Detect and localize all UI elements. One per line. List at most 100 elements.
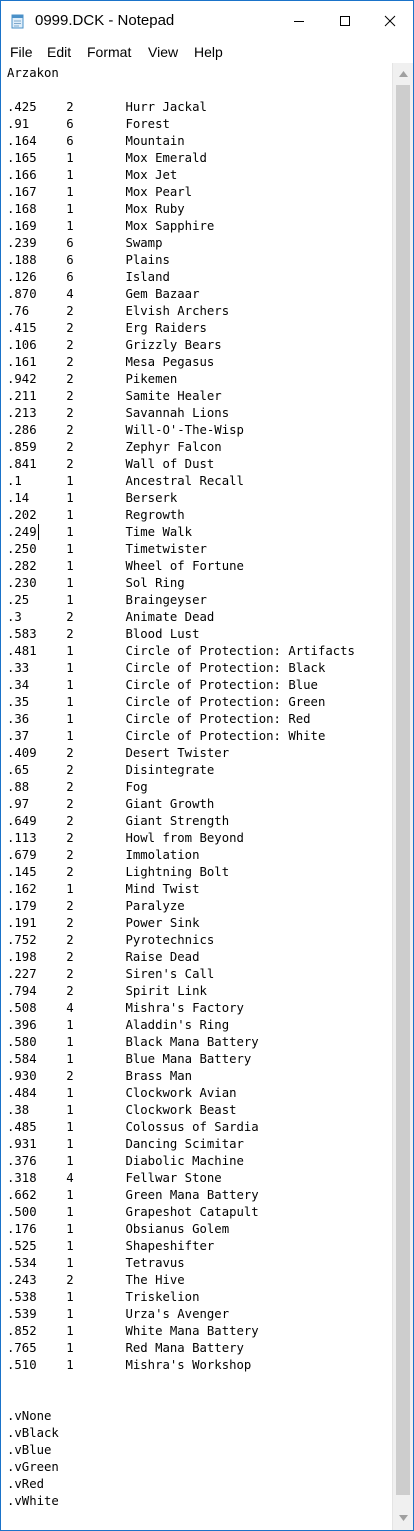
text-line: .166 1 Mox Jet — [7, 168, 178, 182]
minimize-icon — [294, 21, 304, 22]
menu-help[interactable]: Help — [194, 44, 223, 60]
text-line: .179 2 Paralyze — [7, 899, 185, 913]
text-line: .25 1 Braingeyser — [7, 593, 207, 607]
notepad-window: 0999.DCK - Notepad File Edit Format View… — [0, 0, 414, 1531]
text-line: .191 2 Power Sink — [7, 916, 200, 930]
text-line: .202 1 Regrowth — [7, 508, 185, 522]
text-line: .538 1 Triskelion — [7, 1290, 200, 1304]
text-line: .794 2 Spirit Link — [7, 984, 207, 998]
text-line: .243 2 The Hive — [7, 1273, 185, 1287]
menu-view[interactable]: View — [148, 44, 178, 60]
text-line: .88 2 Fog — [7, 780, 148, 794]
text-line: .415 2 Erg Raiders — [7, 321, 207, 335]
text-line: .583 2 Blood Lust — [7, 627, 200, 641]
text-line: .113 2 Howl from Beyond — [7, 831, 244, 845]
text-line: .38 1 Clockwork Beast — [7, 1103, 237, 1117]
text-line: .481 1 Circle of Protection: Artifacts — [7, 644, 355, 658]
text-line: .vNone — [7, 1409, 52, 1423]
text-line: .534 1 Tetravus — [7, 1256, 185, 1270]
menu-bar: File Edit Format View Help — [1, 41, 413, 63]
text-line: .198 2 Raise Dead — [7, 950, 200, 964]
minimize-button[interactable] — [276, 1, 322, 41]
text-line: .34 1 Circle of Protection: Blue — [7, 678, 318, 692]
text-line: .679 2 Immolation — [7, 848, 200, 862]
text-line: .vRed — [7, 1477, 45, 1491]
text-editor[interactable]: Arzakon .425 2 Hurr Jackal .91 6 Forest .16… — [1, 63, 392, 1530]
text-line: .396 1 Aladdin's Ring — [7, 1018, 230, 1032]
text-line: .852 1 White Mana Battery — [7, 1324, 259, 1338]
scroll-thumb[interactable] — [396, 85, 410, 1495]
text-line: .91 6 Forest — [7, 117, 170, 131]
maximize-button[interactable] — [322, 1, 368, 41]
text-line: .230 1 Sol Ring — [7, 576, 185, 590]
text-line: .870 4 Gem Bazaar — [7, 287, 200, 301]
text-line: .859 2 Zephyr Falcon — [7, 440, 222, 454]
text-line: .584 1 Blue Mana Battery — [7, 1052, 252, 1066]
title-bar[interactable]: 0999.DCK - Notepad — [1, 1, 413, 41]
menu-edit[interactable]: Edit — [47, 44, 71, 60]
text-line: .211 2 Samite Healer — [7, 389, 222, 403]
text-line: .765 1 Red Mana Battery — [7, 1341, 244, 1355]
text-line: .539 1 Urza's Avenger — [7, 1307, 230, 1321]
menu-file[interactable]: File — [10, 44, 33, 60]
text-line: .97 2 Giant Growth — [7, 797, 215, 811]
text-line: .213 2 Savannah Lions — [7, 406, 230, 420]
text-line: .282 1 Wheel of Fortune — [7, 559, 244, 573]
text-line: .510 1 Mishra's Workshop — [7, 1358, 252, 1372]
text-line: .930 2 Brass Man — [7, 1069, 193, 1083]
text-line: .36 1 Circle of Protection: Red — [7, 712, 311, 726]
text-line: .vBlue — [7, 1443, 52, 1457]
text-line: .vWhite — [7, 1494, 59, 1508]
text-line: .318 4 Fellwar Stone — [7, 1171, 222, 1185]
vertical-scrollbar[interactable] — [392, 63, 413, 1530]
text-line: .vGreen — [7, 1460, 59, 1474]
chevron-down-icon — [398, 1514, 408, 1521]
text-line: .500 1 Grapeshot Catapult — [7, 1205, 259, 1219]
text-line: .752 2 Pyrotechnics — [7, 933, 215, 947]
text-line: .942 2 Pikemen — [7, 372, 178, 386]
text-line: .176 1 Obsianus Golem — [7, 1222, 230, 1236]
text-line: .169 1 Mox Sapphire — [7, 219, 215, 233]
text-line: .145 2 Lightning Bolt — [7, 865, 230, 879]
text-line: .508 4 Mishra's Factory — [7, 1001, 244, 1015]
text-line: .250 1 Timetwister — [7, 542, 207, 556]
chevron-up-icon — [398, 70, 408, 77]
text-line: .188 6 Plains — [7, 253, 170, 267]
text-line: .35 1 Circle of Protection: Green — [7, 695, 326, 709]
text-line: .162 1 Mind Twist — [7, 882, 200, 896]
text-line: .286 2 Will-O'-The-Wisp — [7, 423, 244, 437]
text-line: .vBlack — [7, 1426, 59, 1440]
close-button[interactable] — [367, 1, 413, 41]
text-line: .161 2 Mesa Pegasus — [7, 355, 215, 369]
text-line: .580 1 Black Mana Battery — [7, 1035, 259, 1049]
maximize-icon — [340, 16, 350, 26]
text-line: .662 1 Green Mana Battery — [7, 1188, 259, 1202]
text-line: .484 1 Clockwork Avian — [7, 1086, 237, 1100]
text-line: .76 2 Elvish Archers — [7, 304, 230, 318]
text-line: .376 1 Diabolic Machine — [7, 1154, 244, 1168]
text-line: .1 1 Ancestral Recall — [7, 474, 244, 488]
text-line: .649 2 Giant Strength — [7, 814, 230, 828]
text-line: .106 2 Grizzly Bears — [7, 338, 222, 352]
text-line: .14 1 Berserk — [7, 491, 178, 505]
text-line: .425 2 Hurr Jackal — [7, 100, 207, 114]
scroll-up-button[interactable] — [393, 65, 413, 82]
text-line: .164 6 Mountain — [7, 134, 185, 148]
window-title: 0999.DCK - Notepad — [35, 12, 175, 29]
text-line: .239 6 Swamp — [7, 236, 163, 250]
text-line: .841 2 Wall of Dust — [7, 457, 215, 471]
text-line: .126 6 Island — [7, 270, 170, 284]
text-line: .165 1 Mox Emerald — [7, 151, 207, 165]
text-line: .167 1 Mox Pearl — [7, 185, 193, 199]
text-line: .37 1 Circle of Protection: White — [7, 729, 326, 743]
close-icon — [384, 15, 396, 27]
text-line: .33 1 Circle of Protection: Black — [7, 661, 326, 675]
text-line: .65 2 Disintegrate — [7, 763, 215, 777]
scroll-down-button[interactable] — [393, 1509, 413, 1526]
text-line: .931 1 Dancing Scimitar — [7, 1137, 244, 1151]
text-line: .3 2 Animate Dead — [7, 610, 215, 624]
text-line: .525 1 Shapeshifter — [7, 1239, 215, 1253]
menu-format[interactable]: Format — [87, 44, 131, 60]
text-line: .409 2 Desert Twister — [7, 746, 230, 760]
text-line: .485 1 Colossus of Sardia — [7, 1120, 259, 1134]
